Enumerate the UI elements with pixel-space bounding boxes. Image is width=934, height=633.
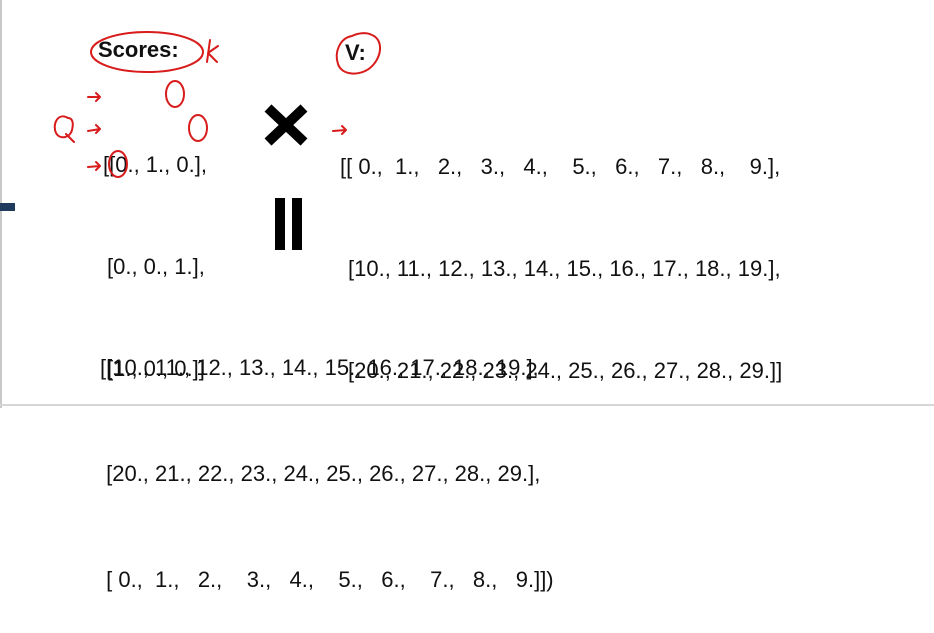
arrow-mark <box>87 124 101 134</box>
scores-label: Scores: <box>98 37 179 62</box>
result-row: [20., 21., 22., 23., 24., 25., 26., 27.,… <box>100 461 541 486</box>
result-row: [ 0., 1., 2., 3., 4., 5., 6., 7., 8., 9.… <box>100 567 554 592</box>
scores-row: [[0., 1., 0.], <box>103 152 207 177</box>
equals-icon <box>275 198 302 250</box>
scores-row: [0., 0., 1.], <box>107 254 205 279</box>
k-mark <box>206 39 219 63</box>
v-label: V: <box>345 40 366 65</box>
slide-accent-bar <box>0 203 15 211</box>
multiply-icon <box>264 104 308 146</box>
result-row: [[10., 11., 12., 13., 14., 15., 16., 17.… <box>100 355 539 380</box>
arrow-mark <box>87 92 101 102</box>
result-matrix: [[10., 11., 12., 13., 14., 15., 16., 17.… <box>100 281 554 633</box>
v-row: [[ 0., 1., 2., 3., 4., 5., 6., 7., 8., 9… <box>340 154 781 179</box>
q-mark <box>53 115 75 143</box>
arrow-mark <box>87 161 101 171</box>
